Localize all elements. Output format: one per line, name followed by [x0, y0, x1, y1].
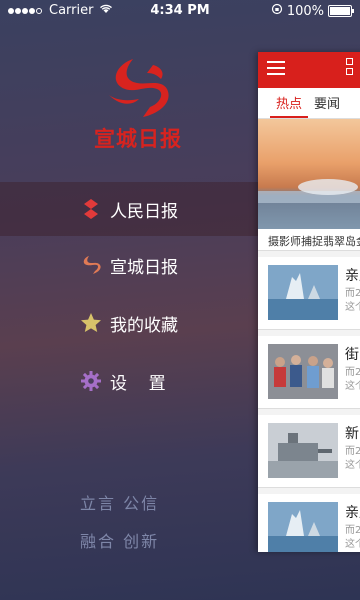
people-daily-icon — [80, 198, 102, 220]
side-menu: 人民日报 宣城日报 我的收藏 设 置 — [0, 182, 258, 410]
news-summary: 而2这个 — [345, 367, 360, 392]
news-title: 街 — [345, 347, 359, 363]
news-thumbnail — [268, 423, 338, 478]
menu-label-settings: 设 置 — [110, 373, 166, 394]
motto-line-1: 立言 公信 — [80, 494, 160, 513]
menu-item-people-daily[interactable]: 人民日报 — [0, 182, 258, 236]
news-thumbnail — [268, 502, 338, 552]
grid-icon[interactable] — [346, 58, 356, 82]
xuancheng-daily-icon — [80, 254, 102, 276]
tab-headlines[interactable]: 要闻 — [308, 93, 346, 118]
hero-image[interactable] — [258, 119, 360, 229]
menu-item-settings[interactable]: 设 置 — [0, 352, 258, 410]
status-bar: Carrier 4:34 PM 100% — [0, 0, 360, 22]
news-title: 亲厉 — [345, 268, 360, 284]
news-item[interactable]: 新 而2这个 — [258, 415, 360, 488]
news-panel[interactable]: 热点 要闻 摄影师捕捉翡翠岛金 亲厉 而2这个 街 而2这个 新 而2 — [258, 52, 360, 552]
menu-label-xuancheng-daily: 宣城日报 — [110, 257, 178, 278]
menu-label-favorites: 我的收藏 — [110, 315, 178, 336]
panel-header — [258, 52, 360, 88]
rotation-lock-icon — [271, 3, 283, 19]
news-title: 新 — [345, 426, 359, 442]
news-item[interactable]: 亲厉 而2这个 — [258, 494, 360, 552]
news-thumbnail — [268, 265, 338, 320]
star-icon — [80, 312, 102, 334]
news-summary: 而2这个 — [345, 288, 360, 313]
logo-wordmark: 宣城日报 — [94, 126, 182, 151]
news-item[interactable]: 亲厉 而2这个 — [258, 257, 360, 330]
tab-hot[interactable]: 热点 — [270, 93, 309, 118]
battery-percent: 100% — [286, 3, 324, 19]
battery-icon — [328, 5, 354, 17]
menu-label-people-daily: 人民日报 — [110, 201, 178, 222]
news-summary: 而2这个 — [345, 525, 360, 550]
hero-caption[interactable]: 摄影师捕捉翡翠岛金 — [258, 229, 360, 251]
gear-icon — [80, 370, 102, 392]
news-item[interactable]: 街 而2这个 — [258, 336, 360, 409]
panel-tabs: 热点 要闻 — [258, 88, 360, 119]
news-summary: 而2这个 — [345, 446, 360, 471]
news-title: 亲厉 — [345, 505, 360, 521]
menu-item-favorites[interactable]: 我的收藏 — [0, 294, 258, 352]
menu-list-icon[interactable] — [267, 61, 285, 77]
news-thumbnail — [268, 344, 338, 399]
motto-line-2: 融合 创新 — [80, 532, 160, 551]
menu-item-xuancheng-daily[interactable]: 宣城日报 — [0, 236, 258, 294]
